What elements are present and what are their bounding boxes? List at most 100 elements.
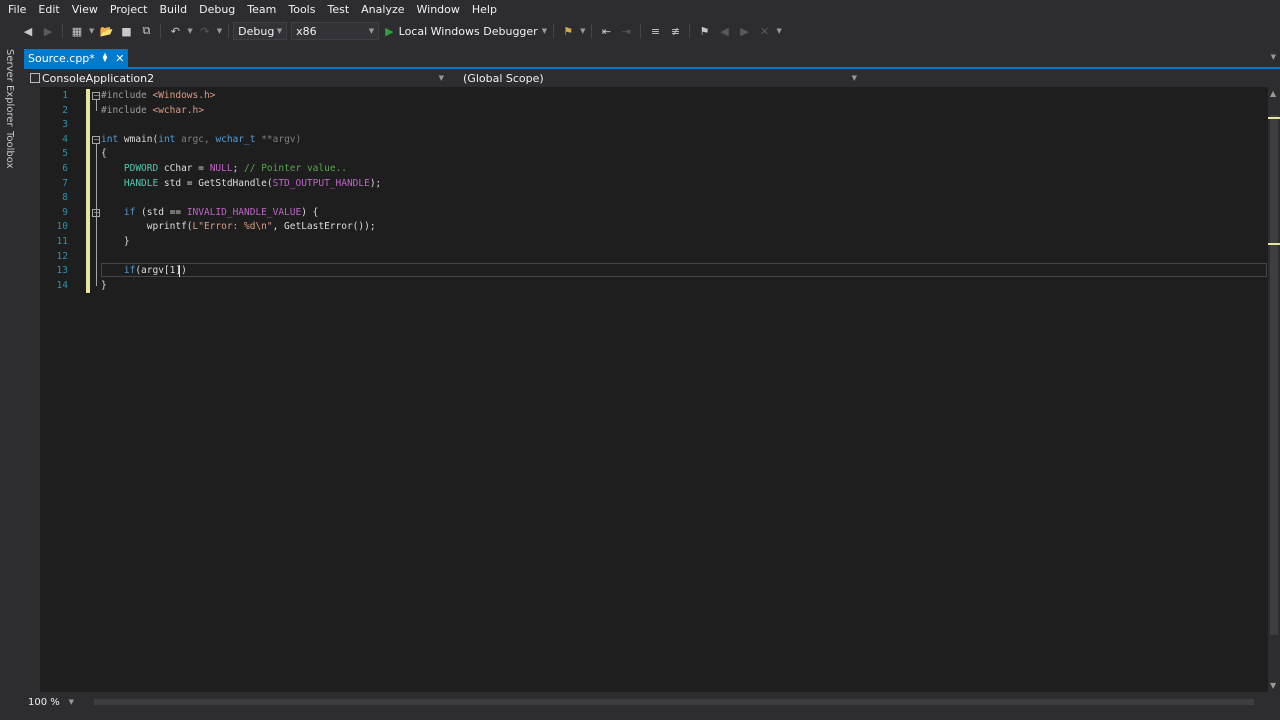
scrollbar-change-marker: [1268, 117, 1280, 119]
play-icon: ▶: [385, 24, 394, 38]
scrollbar-change-marker: [1268, 243, 1280, 245]
scrollbar-thumb[interactable]: [94, 699, 1254, 705]
project-icon: [30, 73, 40, 83]
uncomment-lines-icon[interactable]: ≢: [667, 23, 683, 39]
save-icon[interactable]: ■: [118, 23, 134, 39]
menu-project[interactable]: Project: [104, 0, 154, 19]
clear-bookmarks-icon[interactable]: ✕: [756, 23, 772, 39]
step-into-icon[interactable]: ⇤: [598, 23, 614, 39]
project-combo[interactable]: ConsoleApplication2 ▼: [28, 70, 448, 86]
code-token: #include: [101, 90, 153, 101]
save-all-icon[interactable]: ⧉: [138, 23, 154, 39]
toolbox-tab[interactable]: Toolbox: [4, 131, 15, 169]
scope-name: (Global Scope): [463, 71, 544, 85]
undo-dropdown-icon[interactable]: ▼: [187, 27, 192, 35]
tab-title: Source.cpp*: [28, 51, 95, 65]
chevron-down-icon: ▼: [368, 27, 375, 35]
tab-source-cpp[interactable]: Source.cpp* ⧫ ✕: [24, 49, 129, 67]
code-line[interactable]: }: [101, 235, 130, 250]
scope-combo[interactable]: (Global Scope) ▼: [461, 70, 861, 86]
toolbar-options-icon[interactable]: ▼: [776, 27, 781, 35]
code-line[interactable]: #include <wchar.h>: [101, 104, 204, 119]
code-token: , GetLastError());: [272, 221, 376, 233]
change-tracking-bar: [86, 89, 90, 293]
new-project-icon[interactable]: ▦: [69, 23, 85, 39]
menu-debug[interactable]: Debug: [193, 0, 241, 19]
navigate-back-icon[interactable]: ◀: [20, 23, 36, 39]
step-over-icon[interactable]: ⇥: [618, 23, 634, 39]
bookmark-icon[interactable]: ⚑: [696, 23, 712, 39]
menu-view[interactable]: View: [66, 0, 104, 19]
menu-build[interactable]: Build: [153, 0, 193, 19]
line-number-gutter: 1 2 3 4 5 6 7 8 9 10 11 12 13 14: [40, 87, 72, 692]
code-line[interactable]: wprintf(L"Error: %d\n", GetLastError());: [101, 220, 376, 235]
vertical-scrollbar[interactable]: ▲ ▼: [1268, 87, 1280, 692]
code-line[interactable]: if (std == INVALID_HANDLE_VALUE) {: [101, 206, 319, 221]
collapse-icon[interactable]: −: [92, 92, 100, 100]
menu-analyze[interactable]: Analyze: [355, 0, 410, 19]
left-tool-rail: Server Explorer Toolbox: [0, 43, 24, 720]
menu-edit[interactable]: Edit: [32, 0, 65, 19]
menu-team[interactable]: Team: [241, 0, 282, 19]
scrollbar-thumb[interactable]: [1270, 115, 1278, 635]
code-token: int: [158, 133, 176, 145]
code-line[interactable]: if(argv[1]): [101, 264, 187, 279]
zoom-combo[interactable]: 100 % ▼: [28, 695, 74, 709]
menu-tools[interactable]: Tools: [282, 0, 321, 19]
find-in-files-icon[interactable]: ⚑: [560, 23, 576, 39]
menu-help[interactable]: Help: [466, 0, 503, 19]
code-token: // Pointer value..: [244, 163, 347, 174]
collapse-icon[interactable]: −: [92, 135, 100, 144]
tab-overflow-icon[interactable]: ▼: [1271, 53, 1276, 61]
line-number: 3: [62, 119, 68, 131]
new-project-dropdown-icon[interactable]: ▼: [89, 27, 94, 35]
redo-dropdown-icon[interactable]: ▼: [217, 27, 222, 35]
menu-window[interactable]: Window: [411, 0, 466, 19]
code-line[interactable]: }: [101, 279, 107, 294]
debugger-label: Local Windows Debugger: [398, 24, 538, 38]
navigate-forward-icon[interactable]: ▶: [40, 23, 56, 39]
collapse-icon[interactable]: −: [92, 208, 100, 217]
scroll-down-icon[interactable]: ▼: [1270, 681, 1276, 690]
code-token: NULL: [209, 163, 233, 174]
pin-icon[interactable]: ⧫: [103, 53, 107, 63]
redo-icon[interactable]: ↷: [197, 23, 213, 39]
platform-combo[interactable]: x86 ▼: [291, 22, 380, 40]
line-number: 13: [56, 265, 68, 277]
code-line[interactable]: PDWORD cChar = NULL; // Pointer value..: [101, 162, 347, 177]
menu-file[interactable]: File: [2, 0, 32, 19]
code-editor[interactable]: 1 2 3 4 5 6 7 8 9 10 11 12 13 14 − − − #include <Window…: [40, 87, 1268, 692]
code-token: ) {: [301, 206, 319, 218]
previous-bookmark-icon[interactable]: ◀: [716, 23, 732, 39]
line-number: 14: [56, 279, 68, 291]
solution-config-combo[interactable]: Debug ▼: [233, 22, 288, 40]
zoom-level: 100 %: [28, 696, 60, 708]
start-debugger-button[interactable]: ▶ Local Windows Debugger ▼: [385, 25, 549, 38]
line-number: 7: [62, 177, 68, 189]
find-dropdown-icon[interactable]: ▼: [580, 27, 585, 35]
open-file-icon[interactable]: 📂: [98, 23, 114, 39]
editor-bottom-bar: 100 % ▼: [24, 692, 1280, 712]
code-line[interactable]: {: [101, 147, 107, 162]
code-line[interactable]: #include <Windows.h>: [101, 89, 215, 104]
code-line[interactable]: HANDLE std = GetStdHandle(STD_OUTPUT_HAN…: [101, 177, 381, 192]
comment-lines-icon[interactable]: ≡: [647, 23, 663, 39]
toolbar-separator: [640, 24, 642, 38]
line-number: 5: [62, 148, 68, 160]
server-explorer-tab[interactable]: Server Explorer: [4, 49, 15, 127]
menu-test[interactable]: Test: [321, 0, 355, 19]
menu-bar: File Edit View Project Build Debug Team Tools Te…: [0, 0, 1280, 19]
outline-guide-line: [96, 216, 97, 242]
code-line[interactable]: int wmain(int argc, wchar_t **argv): [101, 133, 301, 148]
scroll-up-icon[interactable]: ▲: [1270, 89, 1276, 98]
next-bookmark-icon[interactable]: ▶: [736, 23, 752, 39]
debugger-dropdown-icon[interactable]: ▼: [542, 27, 547, 35]
undo-icon[interactable]: ↶: [167, 23, 183, 39]
horizontal-scrollbar[interactable]: [80, 697, 1270, 707]
code-token: #include: [101, 104, 153, 116]
code-token: **argv): [255, 133, 302, 145]
close-icon[interactable]: ✕: [115, 52, 124, 65]
document-tab-strip: Source.cpp* ⧫ ✕ ▼: [24, 49, 1280, 67]
toolbar-separator: [553, 24, 555, 38]
code-text-area[interactable]: #include <Windows.h> #include <wchar.h> in…: [101, 87, 1261, 692]
